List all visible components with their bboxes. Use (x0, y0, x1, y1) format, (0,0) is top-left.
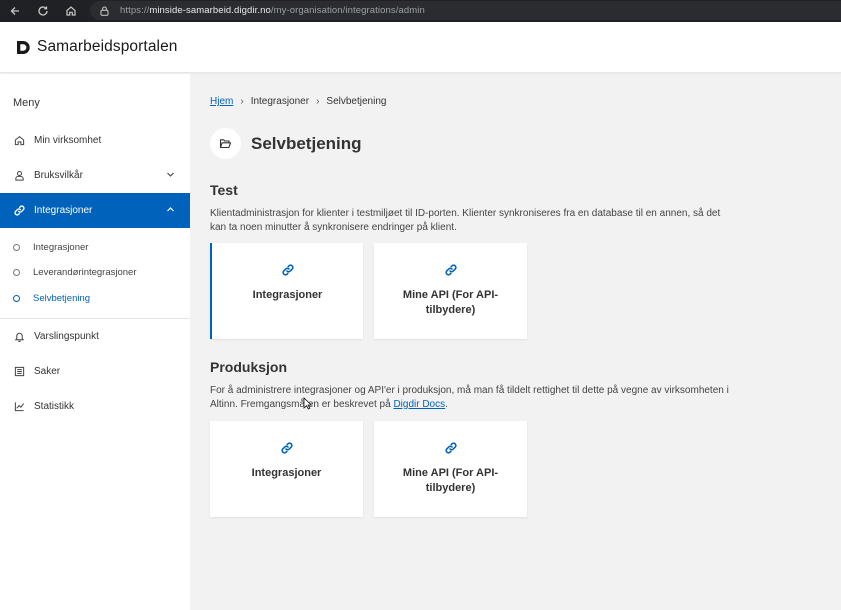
lock-icon[interactable] (100, 6, 110, 16)
sidebar-item-label: Varslingspunkt (34, 331, 99, 342)
link-icon (13, 205, 25, 217)
address-bar[interactable]: https://minside-samarbeid.digdir.no/my-o… (90, 1, 841, 20)
sidebar-item-label: Integrasjoner (34, 205, 93, 216)
folder-open-icon (210, 128, 241, 159)
section-description-produksjon: For å administrere integrasjoner og API'… (210, 385, 729, 410)
sidebar-item-label: Min virksomhet (34, 135, 102, 146)
digdir-logo-icon[interactable] (16, 40, 31, 55)
circle-bullet-icon (13, 244, 20, 251)
sidebar-subitem-leverandorintegrasjoner[interactable]: Leverandørintegrasjoner (0, 260, 190, 285)
sidebar-item-integrasjoner[interactable]: Integrasjoner (0, 193, 190, 228)
section-heading-test: Test (210, 182, 238, 198)
chevron-down-icon[interactable] (166, 170, 176, 180)
chart-icon (13, 401, 25, 413)
sidebar-item-statistikk[interactable]: Statistikk (0, 389, 190, 424)
link-icon (444, 264, 457, 276)
breadcrumb-separator: › (240, 96, 244, 107)
list-icon (13, 366, 25, 378)
card-prod-integrasjoner[interactable]: Integrasjoner (210, 421, 363, 517)
chevron-up-icon[interactable] (166, 205, 176, 215)
link-icon (280, 442, 293, 454)
card-test-integrasjoner[interactable]: Integrasjoner (210, 243, 363, 339)
sidebar: Meny Min virksomhet Bruksvilkår Integras… (0, 74, 190, 610)
app-header: Samarbeidsportalen (0, 22, 841, 73)
sidebar-item-label: Statistikk (34, 401, 75, 412)
sidebar-subitem-selvbetjening[interactable]: Selvbetjening (0, 286, 190, 311)
card-label: Mine API (For API-tilbydere) (402, 467, 499, 494)
home-icon[interactable] (64, 4, 78, 18)
card-label: Mine API (For API-tilbydere) (402, 289, 499, 316)
back-arrow-icon[interactable] (8, 4, 22, 18)
mouse-cursor-icon (303, 397, 312, 410)
link-icon (281, 264, 294, 276)
sidebar-subitem-label: Selvbetjening (33, 293, 91, 304)
circle-bullet-icon (13, 295, 20, 302)
digdir-docs-link[interactable]: Digdir Docs (393, 399, 445, 410)
breadcrumb: Hjem › Integrasjoner › Selvbetjening (210, 96, 386, 107)
circle-bullet-icon (13, 269, 20, 276)
sidebar-item-bruksvilkar[interactable]: Bruksvilkår (0, 158, 190, 193)
brand-name[interactable]: Samarbeidsportalen (37, 38, 178, 56)
section-heading-produksjon: Produksjon (210, 359, 288, 375)
sidebar-item-label: Bruksvilkår (34, 170, 83, 181)
reload-icon[interactable] (36, 4, 50, 18)
card-label: Integrasjoner (252, 289, 323, 301)
sidebar-item-saker[interactable]: Saker (0, 354, 190, 389)
sidebar-item-varslingspunkt[interactable]: Varslingspunkt (0, 319, 190, 354)
bell-icon (13, 331, 25, 343)
sidebar-subitem-label: Leverandørintegrasjoner (33, 267, 137, 278)
user-icon (13, 170, 25, 182)
menu-title: Meny (13, 97, 40, 109)
card-label: Integrasjoner (251, 467, 322, 479)
sidebar-item-label: Saker (34, 366, 61, 377)
card-test-mine-api[interactable]: Mine API (For API-tilbydere) (374, 243, 527, 339)
section-description-test: Klientadministrasjon for klienter i test… (210, 208, 721, 233)
home-icon (13, 135, 25, 147)
breadcrumb-separator: › (316, 96, 320, 107)
sidebar-subitem-integrasjoner[interactable]: Integrasjoner (0, 235, 190, 260)
breadcrumb-home-link[interactable]: Hjem (210, 96, 233, 107)
breadcrumb-current: Selvbetjening (326, 96, 387, 107)
page-title: Selvbetjening (251, 133, 362, 153)
sidebar-item-min-virksomhet[interactable]: Min virksomhet (0, 123, 190, 158)
browser-toolbar: https://minside-samarbeid.digdir.no/my-o… (0, 0, 841, 22)
page-header: Selvbetjening (210, 128, 362, 159)
sidebar-subitem-label: Integrasjoner (33, 242, 89, 253)
link-icon (444, 442, 457, 454)
card-prod-mine-api[interactable]: Mine API (For API-tilbydere) (374, 421, 527, 517)
breadcrumb-integrasjoner[interactable]: Integrasjoner (251, 96, 309, 107)
url-text: https://minside-samarbeid.digdir.no/my-o… (120, 5, 425, 16)
